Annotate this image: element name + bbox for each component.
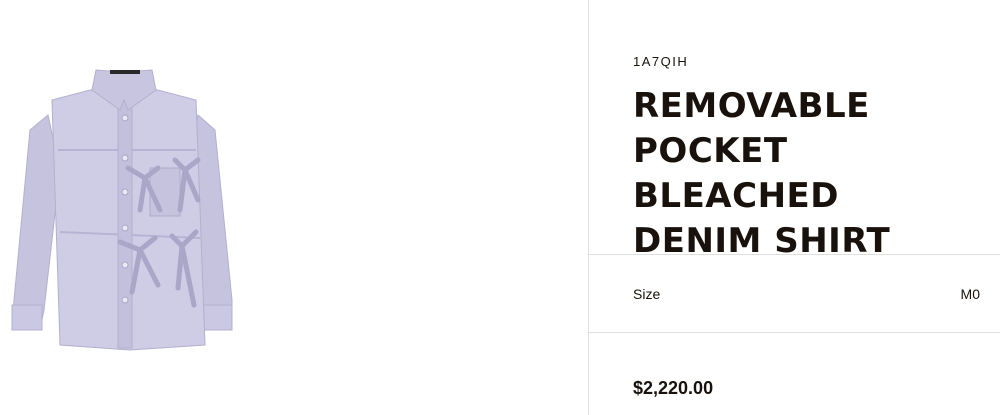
denim-shirt-image[interactable]: [0, 60, 250, 360]
product-info-panel: 1A7QIH REMOVABLE POCKET BLEACHED DENIM S…: [589, 0, 1000, 415]
product-image-panel: [0, 0, 588, 415]
product-price: $2,220.00: [633, 378, 714, 398]
divider-bottom: [589, 332, 1000, 333]
size-label: Size: [633, 286, 661, 302]
size-selector[interactable]: Size M0: [589, 255, 1000, 332]
product-title: REMOVABLE POCKET BLEACHED DENIM SHIRT: [633, 86, 891, 261]
product-sku: 1A7QIH: [633, 54, 689, 69]
size-value: M0: [960, 286, 980, 302]
